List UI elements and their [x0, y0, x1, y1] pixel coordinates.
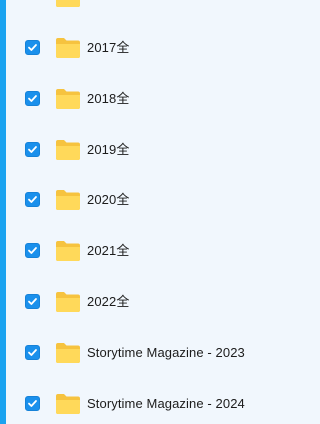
checkmark-icon: [28, 95, 37, 102]
checkmark-icon: [28, 349, 37, 356]
item-checkbox[interactable]: [25, 396, 40, 411]
list-item[interactable]: 2022全: [6, 287, 303, 338]
item-checkbox[interactable]: [25, 294, 40, 309]
checkmark-icon: [28, 298, 37, 305]
checkmark-icon: [28, 247, 37, 254]
item-name[interactable]: Storytime Magazine - 2023: [87, 344, 245, 362]
item-checkbox[interactable]: [25, 142, 40, 157]
item-name[interactable]: Storytime Magazine - 2024: [87, 395, 245, 413]
list-item[interactable]: 2021全: [6, 236, 303, 287]
list-item[interactable]: 2018全: [6, 84, 303, 135]
file-list-panel: 2017全 2018全 2019全 2020全 2021全 2022全 Stor…: [0, 0, 303, 424]
item-checkbox[interactable]: [25, 40, 40, 55]
item-checkbox[interactable]: [25, 243, 40, 258]
checkmark-icon: [28, 400, 37, 407]
folder-icon: [56, 241, 80, 261]
folder-icon: [56, 38, 80, 58]
folder-icon: [56, 140, 80, 160]
list-item[interactable]: Storytime Magazine - 2023: [6, 338, 303, 389]
folder-icon: [56, 343, 80, 363]
checkmark-icon: [28, 44, 37, 51]
item-checkbox[interactable]: [25, 345, 40, 360]
checkmark-icon: [28, 196, 37, 203]
item-name[interactable]: 2019全: [87, 141, 129, 159]
item-name[interactable]: 2017全: [87, 39, 129, 57]
list-item[interactable]: 2017全: [6, 33, 303, 84]
item-name[interactable]: 2018全: [87, 90, 129, 108]
folder-icon: [56, 190, 80, 210]
checkmark-icon: [28, 146, 37, 153]
folder-icon: [56, 89, 80, 109]
item-name[interactable]: 2022全: [87, 293, 129, 311]
item-checkbox[interactable]: [25, 91, 40, 106]
item-checkbox[interactable]: [25, 192, 40, 207]
file-list: 2017全 2018全 2019全 2020全 2021全 2022全 Stor…: [0, 0, 303, 424]
folder-icon: [56, 292, 80, 312]
folder-icon: [56, 394, 80, 414]
item-name[interactable]: 2021全: [87, 242, 129, 260]
item-name[interactable]: 2020全: [87, 191, 129, 209]
list-item[interactable]: 2019全: [6, 135, 303, 186]
list-item[interactable]: Storytime Magazine - 2024: [6, 389, 303, 424]
list-item[interactable]: 2020全: [6, 185, 303, 236]
